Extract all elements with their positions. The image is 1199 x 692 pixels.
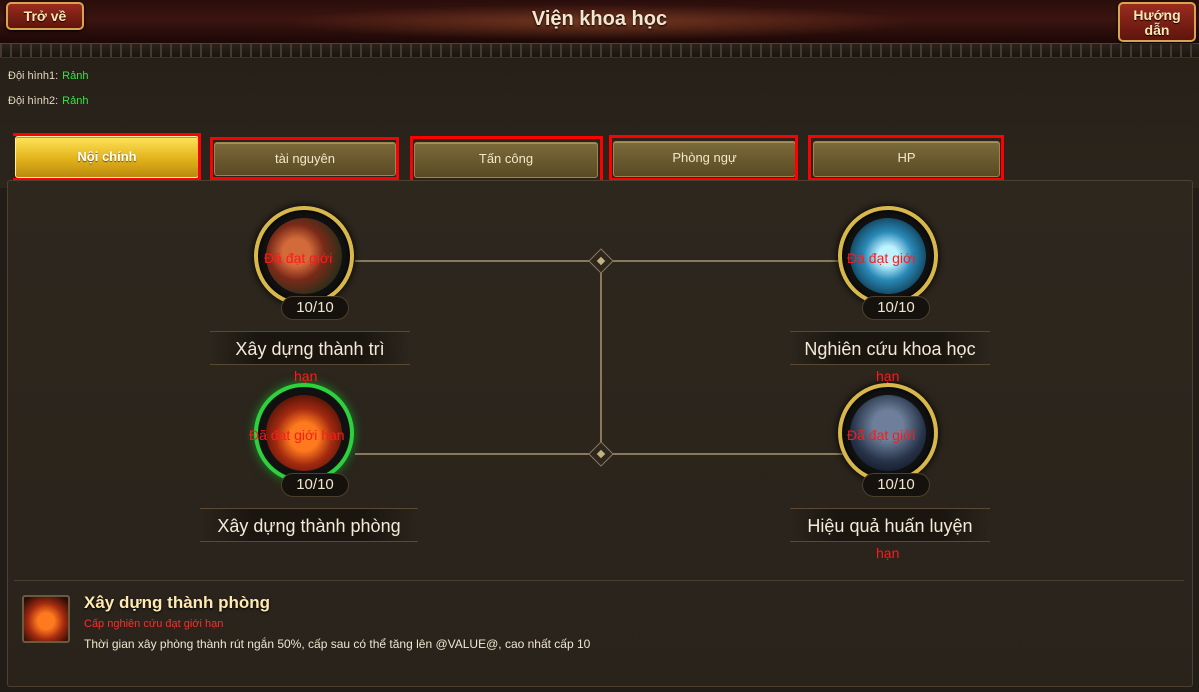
tab-highlight-frame: [808, 135, 1004, 181]
skill-limit-text: hạn: [294, 368, 318, 384]
decorative-border: [0, 44, 1199, 58]
page-title: Viện khoa học: [531, 8, 668, 30]
skill-name: Xây dựng thành phòng: [200, 508, 418, 542]
tree-line: [600, 262, 602, 453]
team-label: Đội hình2:: [8, 95, 59, 107]
fire-logs-icon: [22, 595, 70, 643]
guide-button[interactable]: Hướng dẫn: [1118, 2, 1196, 42]
tab-highlight-frame: [210, 137, 399, 180]
team-status-value: Rảnh: [62, 95, 89, 107]
skill-level-badge: 10/10: [281, 296, 349, 320]
tab-highlight-frame: [13, 133, 201, 181]
skill-level-badge: 10/10: [862, 296, 930, 320]
info-skill-name: Xây dựng thành phòng: [84, 593, 271, 612]
skill-limit-text: hạn: [876, 545, 900, 561]
info-skill-description: Thời gian xây phòng thành rút ngắn 50%, …: [84, 637, 591, 651]
skill-info-panel: Xây dựng thành phòng Cấp nghiên cứu đạt …: [14, 580, 1184, 660]
skill-limit-text: Đã đạt giới: [847, 250, 916, 266]
skill-level-badge: 10/10: [281, 473, 349, 497]
skill-limit-text: Đã đạt giới: [847, 427, 916, 443]
team-status-2: Đội hình2: Rảnh: [8, 95, 88, 107]
skill-limit-text: Đã đạt giới: [264, 250, 333, 266]
team-label: Đội hình1:: [8, 70, 59, 82]
tab-highlight-frame: [410, 136, 603, 184]
team-status-1: Đội hình1: Rảnh: [8, 70, 88, 82]
skill-limit-text: Đã đạt giới hạn: [249, 427, 345, 443]
skill-limit-text: hạn: [876, 368, 900, 384]
skill-level-badge: 10/10: [862, 473, 930, 497]
info-skill-status: Cấp nghiên cứu đạt giới hạn: [84, 618, 224, 630]
team-status-value: Rảnh: [62, 70, 89, 82]
skill-name: Hiệu quả huấn luyện: [790, 508, 990, 542]
tab-highlight-frame: [609, 135, 798, 181]
back-button[interactable]: Trở về: [6, 2, 84, 30]
skill-name: Nghiên cứu khoa học: [790, 331, 990, 365]
skill-name: Xây dựng thành trì: [210, 331, 410, 365]
